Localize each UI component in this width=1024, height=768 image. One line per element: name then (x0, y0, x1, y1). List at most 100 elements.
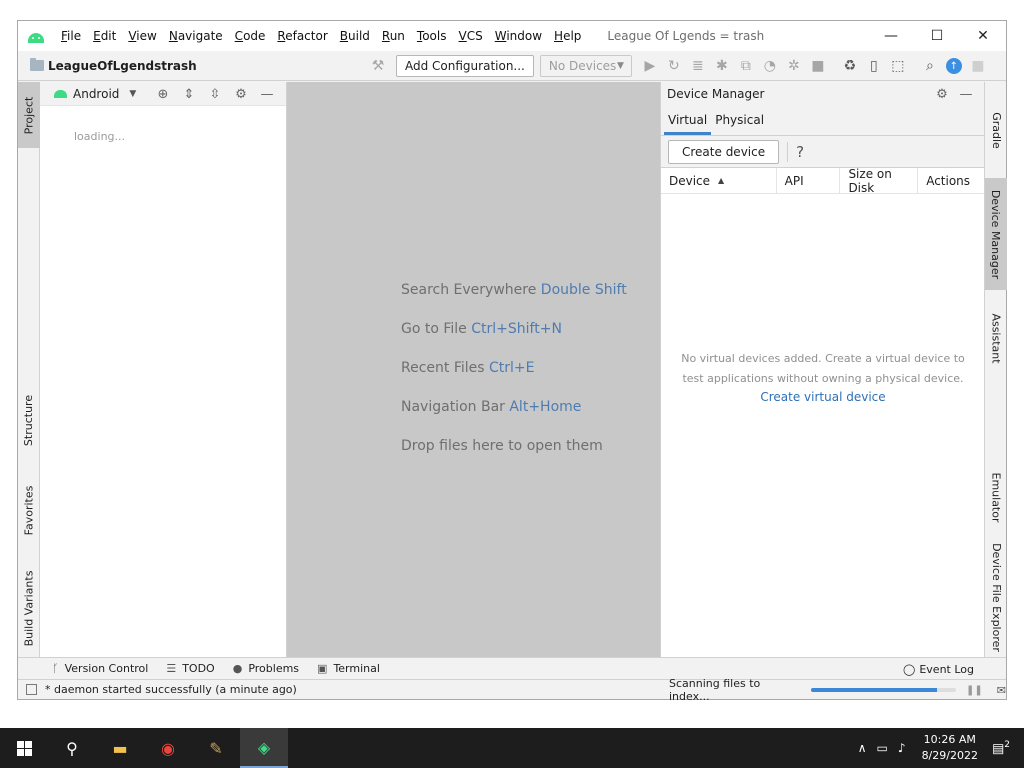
tab-gradle[interactable]: Gradle (985, 96, 1007, 164)
notifications-icon[interactable]: ✉ (997, 684, 1006, 697)
toggle-tool-windows-icon[interactable] (26, 684, 37, 695)
debug-icon[interactable]: ✱ (710, 54, 734, 78)
indexing-progress-bar (811, 688, 957, 692)
hide-panel-icon[interactable]: — (254, 87, 280, 102)
column-size-on-disk[interactable]: Size on Disk (840, 167, 919, 195)
device-manager-icon[interactable]: ▯ (862, 54, 886, 78)
stop-icon[interactable]: ■ (806, 54, 830, 78)
notification-center-icon[interactable]: ▤2 (992, 740, 1010, 756)
device-manager-panel: Device Manager ⚙ — Virtual Physical Crea… (660, 82, 984, 657)
menu-vcs[interactable]: VCS (453, 21, 489, 51)
search-icon[interactable]: ⌕ (918, 54, 942, 78)
chrome-icon[interactable]: ◉ (144, 728, 192, 768)
menu-tools[interactable]: Tools (411, 21, 453, 51)
profiler-icon[interactable]: ◔ (758, 54, 782, 78)
breadcrumb-project[interactable]: LeagueOfLgendstrash (48, 59, 197, 73)
pause-icon[interactable]: ❚❚ (966, 685, 983, 696)
tab-device-manager[interactable]: Device Manager (985, 178, 1007, 290)
menu-bar: File Edit View Navigate Code Refactor Bu… (55, 21, 587, 51)
layout-icon[interactable]: ■ (966, 54, 990, 78)
tab-problems[interactable]: ● Problems (233, 662, 299, 675)
attach-debugger-icon[interactable]: ⧉ (734, 54, 758, 78)
column-device[interactable]: Device ▲ (661, 168, 777, 193)
hide-panel-icon[interactable]: — (954, 87, 978, 102)
column-api[interactable]: API (777, 168, 841, 193)
search-icon[interactable]: ⚲ (48, 728, 96, 768)
separator (787, 141, 789, 162)
menu-build[interactable]: Build (334, 21, 376, 51)
tab-event-log[interactable]: ◯ Event Log (903, 658, 974, 680)
project-view-selector[interactable]: Android (73, 87, 119, 101)
volume-icon[interactable]: ♪ (898, 741, 906, 755)
chevron-up-icon[interactable]: ∧ (858, 741, 867, 755)
tab-assistant[interactable]: Assistant (985, 302, 1007, 374)
android-studio-logo-icon (27, 29, 45, 43)
help-icon[interactable]: ? (796, 143, 804, 161)
expand-all-icon[interactable]: ⇕ (176, 87, 202, 102)
apply-changes-icon[interactable]: ≣ (686, 54, 710, 78)
rerun-icon[interactable]: ↻ (662, 54, 686, 78)
indexing-status: Scanning files to index... ❚❚ ✉ (669, 677, 1006, 703)
create-virtual-device-link[interactable]: Create virtual device (661, 390, 985, 404)
maximize-button[interactable]: ☐ (914, 21, 960, 51)
editor-area: Search Everywhere Double Shift Go to Fil… (287, 82, 660, 657)
scanning-text[interactable]: Scanning files to index... (669, 677, 803, 703)
main-toolbar: ⚒ Add Configuration... No Devices ▼ ▶ ↻ … (366, 54, 990, 78)
menu-view[interactable]: View (122, 21, 162, 51)
device-manager-header: Device Manager ⚙ — (661, 82, 984, 106)
hint-search-everywhere: Search Everywhere Double Shift (401, 282, 627, 298)
tab-emulator[interactable]: Emulator (985, 462, 1007, 532)
network-icon[interactable]: ▭ (877, 741, 888, 755)
hammer-icon[interactable]: ⚒ (366, 54, 390, 78)
menu-navigate[interactable]: Navigate (163, 21, 229, 51)
coverage-icon[interactable]: ✲ (782, 54, 806, 78)
menu-help[interactable]: Help (548, 21, 587, 51)
clock[interactable]: 10:26 AM 8/29/2022 (922, 732, 978, 764)
collapse-all-icon[interactable]: ⇳ (202, 87, 228, 102)
device-selector-value: No Devices (548, 59, 617, 73)
gear-icon[interactable]: ⚙ (930, 87, 954, 102)
status-message[interactable]: * daemon started successfully (a minute … (45, 683, 297, 696)
menu-edit[interactable]: Edit (87, 21, 122, 51)
status-bar: * daemon started successfully (a minute … (18, 677, 1006, 703)
tab-device-file-explorer[interactable]: Device File Explorer (985, 538, 1007, 656)
window-title: League Of Lgends = trash (607, 29, 765, 43)
gradle-sync-icon[interactable]: ♻ (838, 54, 862, 78)
menu-window[interactable]: Window (489, 21, 548, 51)
gear-icon[interactable]: ⚙ (228, 87, 254, 102)
tab-todo[interactable]: ☰ TODO (166, 662, 214, 675)
tab-terminal[interactable]: ▣ Terminal (317, 662, 380, 675)
tab-version-control[interactable]: ᚴ Version Control (52, 662, 148, 675)
loading-text: loading... (74, 130, 126, 143)
windows-taskbar: ⚲ ▬ ◉ ✎ ◈ ∧ ▭ ♪ 10:26 AM 8/29/2022 ▤2 (0, 728, 1024, 768)
update-icon[interactable]: ↑ (942, 54, 966, 78)
menu-code[interactable]: Code (229, 21, 272, 51)
create-device-button[interactable]: Create device (668, 139, 780, 164)
minimize-button[interactable]: — (868, 21, 914, 51)
file-explorer-icon[interactable]: ▬ (96, 728, 144, 768)
tab-physical[interactable]: Physical (711, 113, 768, 135)
chevron-down-icon[interactable]: ▼ (129, 89, 136, 99)
close-button[interactable]: ✕ (960, 21, 1006, 51)
tab-favorites[interactable]: Favorites (18, 468, 40, 552)
menu-refactor[interactable]: Refactor (271, 21, 333, 51)
add-configuration-button[interactable]: Add Configuration... (396, 55, 534, 77)
tab-virtual[interactable]: Virtual (664, 113, 712, 135)
device-manager-actions: Create device ? (661, 136, 984, 168)
tab-build-variants[interactable]: Build Variants (18, 562, 40, 654)
tab-project[interactable]: Project (18, 82, 40, 148)
run-icon[interactable]: ▶ (638, 54, 662, 78)
device-selector[interactable]: No Devices ▼ (539, 55, 632, 77)
android-studio-taskbar-icon[interactable]: ◈ (240, 728, 288, 768)
locate-icon[interactable]: ⊕ (150, 87, 176, 102)
device-manager-title: Device Manager (667, 87, 765, 101)
sdk-manager-icon[interactable]: ⬚ (886, 54, 910, 78)
menu-run[interactable]: Run (376, 21, 411, 51)
title-bar: File Edit View Navigate Code Refactor Bu… (18, 21, 1006, 51)
menu-file[interactable]: File (55, 21, 87, 51)
tab-structure[interactable]: Structure (18, 382, 40, 458)
paint-icon[interactable]: ✎ (192, 728, 240, 768)
hint-drop-files: Drop files here to open them (401, 438, 603, 454)
start-button[interactable] (0, 728, 48, 768)
column-actions[interactable]: Actions (918, 168, 984, 193)
